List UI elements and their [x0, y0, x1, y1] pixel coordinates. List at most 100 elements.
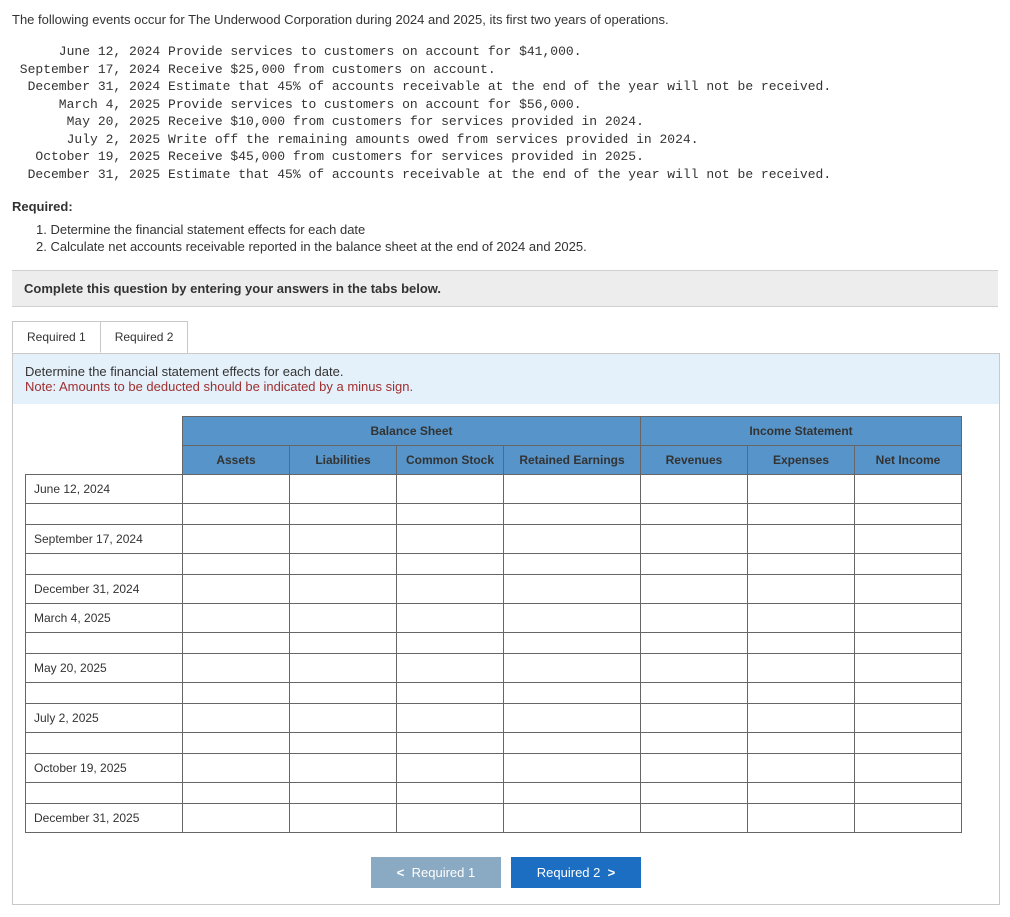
table-input-cell[interactable]: [397, 575, 504, 604]
spacer-cell: [397, 683, 504, 704]
prev-label: Required 1: [412, 865, 476, 880]
table-input-cell[interactable]: [641, 575, 748, 604]
tab-strip: Required 1 Required 2: [12, 321, 998, 353]
spacer-cell: [504, 733, 641, 754]
table-input-cell[interactable]: [641, 525, 748, 554]
spacer-cell: [183, 554, 290, 575]
table-input-cell[interactable]: [504, 475, 641, 504]
spacer-cell: [748, 733, 855, 754]
table-input-cell[interactable]: [183, 754, 290, 783]
table-input-cell[interactable]: [183, 654, 290, 683]
table-input-cell[interactable]: [641, 475, 748, 504]
table-input-cell[interactable]: [183, 575, 290, 604]
spacer-cell: [855, 683, 962, 704]
spacer-cell: [183, 683, 290, 704]
table-input-cell[interactable]: [397, 704, 504, 733]
required-item-2: 2. Calculate net accounts receivable rep…: [36, 239, 998, 254]
table-input-cell[interactable]: [183, 704, 290, 733]
spacer-cell: [641, 733, 748, 754]
spacer-cell: [748, 554, 855, 575]
table-input-cell[interactable]: [504, 754, 641, 783]
spacer-cell: [183, 504, 290, 525]
table-input-cell[interactable]: [855, 654, 962, 683]
table-input-cell[interactable]: [290, 475, 397, 504]
table-input-cell[interactable]: [290, 704, 397, 733]
tab-required-1[interactable]: Required 1: [12, 321, 101, 353]
table-row-date: October 19, 2025: [26, 754, 183, 783]
table-input-cell[interactable]: [641, 754, 748, 783]
next-button[interactable]: Required 2 >: [511, 857, 641, 888]
tab-required-2[interactable]: Required 2: [100, 321, 189, 353]
table-input-cell[interactable]: [504, 575, 641, 604]
table-input-cell[interactable]: [748, 525, 855, 554]
prev-button[interactable]: < Required 1: [371, 857, 501, 888]
spacer-cell: [397, 783, 504, 804]
spacer-cell: [641, 683, 748, 704]
table-row-date: December 31, 2024: [26, 575, 183, 604]
table-input-cell[interactable]: [183, 604, 290, 633]
spacer-cell: [855, 554, 962, 575]
table-input-cell[interactable]: [290, 575, 397, 604]
table-input-cell[interactable]: [641, 604, 748, 633]
spacer-cell: [855, 633, 962, 654]
col-net-income: Net Income: [855, 446, 962, 475]
table-input-cell[interactable]: [290, 804, 397, 833]
spacer-cell: [855, 783, 962, 804]
table-input-cell[interactable]: [183, 475, 290, 504]
table-input-cell[interactable]: [748, 754, 855, 783]
spacer-cell: [26, 554, 183, 575]
table-input-cell[interactable]: [504, 804, 641, 833]
table-input-cell[interactable]: [504, 654, 641, 683]
table-input-cell[interactable]: [183, 804, 290, 833]
spacer-cell: [641, 783, 748, 804]
spacer-cell: [855, 733, 962, 754]
table-input-cell[interactable]: [397, 604, 504, 633]
table-input-cell[interactable]: [855, 704, 962, 733]
table-input-cell[interactable]: [855, 525, 962, 554]
table-input-cell[interactable]: [290, 754, 397, 783]
col-liabilities: Liabilities: [290, 446, 397, 475]
spacer-cell: [504, 683, 641, 704]
spacer-cell: [183, 633, 290, 654]
table-input-cell[interactable]: [183, 525, 290, 554]
next-label: Required 2: [537, 865, 601, 880]
table-input-cell[interactable]: [290, 525, 397, 554]
spacer-cell: [290, 554, 397, 575]
spacer-cell: [183, 783, 290, 804]
table-input-cell[interactable]: [748, 704, 855, 733]
table-input-cell[interactable]: [290, 604, 397, 633]
table-input-cell[interactable]: [748, 475, 855, 504]
spacer-cell: [397, 504, 504, 525]
table-input-cell[interactable]: [855, 754, 962, 783]
spacer-cell: [504, 633, 641, 654]
table-input-cell[interactable]: [504, 704, 641, 733]
spacer-cell: [26, 633, 183, 654]
table-input-cell[interactable]: [504, 604, 641, 633]
instruction-bar: Complete this question by entering your …: [12, 270, 998, 307]
table-input-cell[interactable]: [748, 575, 855, 604]
table-input-cell[interactable]: [397, 525, 504, 554]
table-input-cell[interactable]: [748, 604, 855, 633]
table-input-cell[interactable]: [397, 754, 504, 783]
table-input-cell[interactable]: [748, 804, 855, 833]
table-input-cell[interactable]: [641, 654, 748, 683]
table-input-cell[interactable]: [504, 525, 641, 554]
table-row-date: September 17, 2024: [26, 525, 183, 554]
table-row-date: July 2, 2025: [26, 704, 183, 733]
table-input-cell[interactable]: [855, 475, 962, 504]
spacer-cell: [641, 633, 748, 654]
table-input-cell[interactable]: [641, 704, 748, 733]
table-input-cell[interactable]: [397, 475, 504, 504]
table-input-cell[interactable]: [397, 654, 504, 683]
spacer-cell: [183, 733, 290, 754]
table-row-date: December 31, 2025: [26, 804, 183, 833]
table-row-date: June 12, 2024: [26, 475, 183, 504]
col-retained-earnings: Retained Earnings: [504, 446, 641, 475]
table-input-cell[interactable]: [855, 604, 962, 633]
table-input-cell[interactable]: [290, 654, 397, 683]
table-input-cell[interactable]: [855, 804, 962, 833]
table-input-cell[interactable]: [397, 804, 504, 833]
table-input-cell[interactable]: [641, 804, 748, 833]
table-input-cell[interactable]: [748, 654, 855, 683]
table-input-cell[interactable]: [855, 575, 962, 604]
